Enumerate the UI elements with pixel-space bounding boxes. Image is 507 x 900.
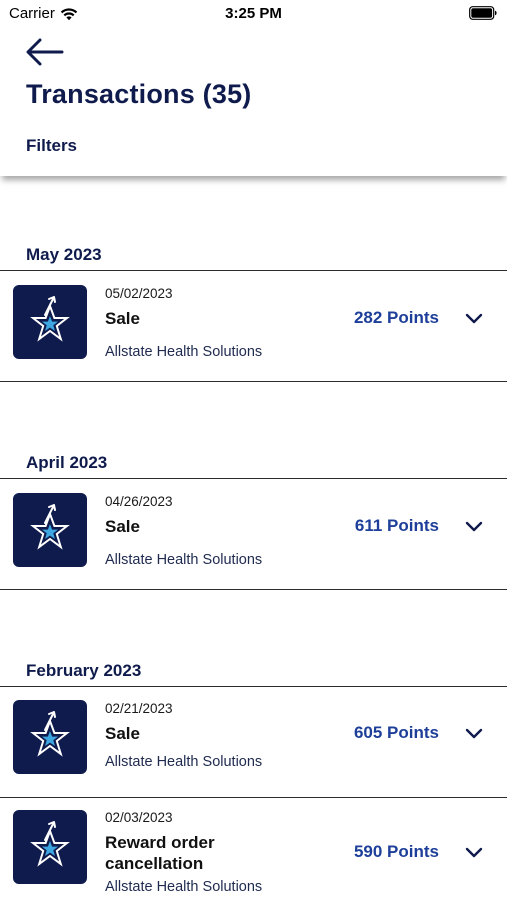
transactions-header: Transactions (35) Filters [0,28,507,176]
reward-star-icon [13,700,87,774]
transaction-date: 02/03/2023 [105,810,173,825]
chevron-down-icon[interactable] [465,521,483,533]
transaction-date: 04/26/2023 [105,494,173,509]
transaction-merchant: Allstate Health Solutions [105,879,263,895]
chevron-down-icon[interactable] [465,847,483,859]
back-arrow-icon[interactable] [24,36,66,68]
transaction-type-line: cancellation [105,854,204,873]
transaction-date: 02/21/2023 [105,701,173,716]
reward-star-icon [13,285,87,359]
transaction-points: 282 Points [353,308,439,327]
transaction-row[interactable]: 02/03/2023 Reward order cancellation All… [0,798,507,900]
transaction-points: 605 Points [353,723,439,742]
battery-icon [469,6,497,20]
month-header: May 2023 [26,245,102,264]
transaction-merchant: Allstate Health Solutions [105,754,263,770]
transaction-type-line: Reward order [105,833,215,852]
chevron-down-icon[interactable] [465,313,483,325]
reward-star-icon [13,810,87,884]
filters-button[interactable]: Filters [26,136,77,156]
transaction-merchant: Allstate Health Solutions [105,552,263,568]
transaction-points: 590 Points [353,842,439,861]
transaction-merchant: Allstate Health Solutions [105,344,263,360]
month-header: April 2023 [26,453,108,472]
status-time: 3:25 PM [225,5,282,22]
transaction-type: Sale [105,309,140,328]
transaction-type: Reward order cancellation [105,832,215,874]
transaction-type: Sale [105,724,140,743]
chevron-down-icon[interactable] [465,728,483,740]
transaction-row[interactable]: 05/02/2023 Sale Allstate Health Solution… [0,270,507,382]
transaction-list: May 2023 05/02/2023 Sale Allstate Health… [0,176,507,900]
transaction-row[interactable]: 04/26/2023 Sale Allstate Health Solution… [0,478,507,590]
page-title: Transactions (35) [26,79,252,109]
status-bar: Carrier 3:25 PM [0,0,507,28]
month-header: February 2023 [26,661,142,680]
reward-star-icon [13,493,87,567]
transaction-row[interactable]: 02/21/2023 Sale Allstate Health Solution… [0,686,507,798]
transaction-points: 611 Points [354,516,439,535]
transaction-type: Sale [105,517,140,536]
transaction-date: 05/02/2023 [105,286,173,301]
